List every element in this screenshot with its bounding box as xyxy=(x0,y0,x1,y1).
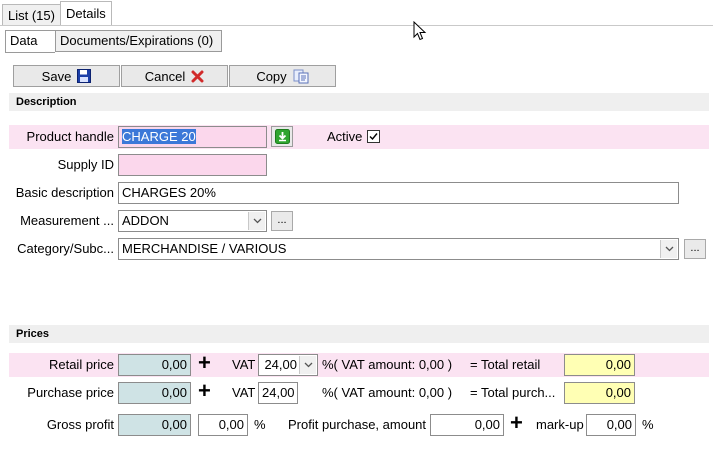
copy-button[interactable]: Copy xyxy=(229,65,336,87)
description-heading: Description xyxy=(16,96,77,108)
purchase-price-value: 0,00 xyxy=(161,385,187,400)
profit-purchase-value: 0,00 xyxy=(474,417,500,432)
category-value: MERCHANDISE / VARIOUS xyxy=(122,241,287,256)
cancel-button[interactable]: Cancel xyxy=(121,65,228,87)
gross-profit-pct-value: 0,00 xyxy=(218,417,244,432)
total-retail-label: = Total retail xyxy=(470,357,541,372)
vat-select[interactable]: 24,00 xyxy=(258,354,318,376)
profit-purchase-input[interactable]: 0,00 xyxy=(430,414,504,436)
product-handle-input[interactable]: CHARGE 20 xyxy=(118,126,267,148)
tab-divider xyxy=(0,25,713,26)
category-select[interactable]: MERCHANDISE / VARIOUS xyxy=(118,238,679,260)
total-purchase-label: = Total purch... xyxy=(470,385,556,400)
plus-icon: + xyxy=(198,350,211,375)
product-handle-value: CHARGE 20 xyxy=(122,129,196,144)
subtab-data[interactable]: Data xyxy=(5,30,55,53)
cancel-label: Cancel xyxy=(144,68,186,84)
category-ellipsis-button[interactable]: ... xyxy=(684,239,706,259)
description-section-header: Description xyxy=(9,93,709,111)
download-arrow-icon xyxy=(274,129,290,144)
plus-icon: + xyxy=(510,410,523,435)
subtab-documents[interactable]: Documents/Expirations (0) xyxy=(55,30,222,52)
download-button[interactable] xyxy=(271,126,293,147)
category-label: Category/Subc... xyxy=(17,241,114,256)
supply-id-label: Supply ID xyxy=(57,157,114,172)
purchase-price-label: Purchase price xyxy=(27,385,114,400)
basic-description-input[interactable]: CHARGES 20% xyxy=(118,182,679,204)
vat2-value: 24,00 xyxy=(262,385,295,400)
save-label: Save xyxy=(41,68,72,84)
markup-value: 0,00 xyxy=(606,417,632,432)
total-retail-input[interactable]: 0,00 xyxy=(564,354,635,376)
copy-icon xyxy=(293,69,309,83)
vat2-input[interactable]: 24,00 xyxy=(258,382,298,404)
measurement-label: Measurement ... xyxy=(20,213,114,228)
vat-amount-text: %( VAT amount: 0,00 ) xyxy=(322,357,453,372)
copy-label: Copy xyxy=(256,68,287,84)
basic-description-value: CHARGES 20% xyxy=(122,185,216,200)
retail-price-label: Retail price xyxy=(48,357,114,372)
plus-icon: + xyxy=(198,378,211,403)
tab-list[interactable]: List (15) xyxy=(2,4,61,26)
tab-details-label: Details xyxy=(66,6,106,21)
measurement-select[interactable]: ADDON xyxy=(118,210,267,232)
tab-list-label: List (15) xyxy=(8,8,55,23)
chevron-down-icon[interactable] xyxy=(248,212,265,230)
total-retail-value: 0,00 xyxy=(605,357,631,372)
gross-profit-value: 0,00 xyxy=(161,417,187,432)
retail-price-value: 0,00 xyxy=(161,357,187,372)
measurement-ellipsis-button[interactable]: ... xyxy=(271,211,293,231)
retail-price-input[interactable]: 0,00 xyxy=(118,354,191,376)
total-purchase-value: 0,00 xyxy=(605,385,631,400)
mouse-cursor-icon xyxy=(413,21,427,41)
gross-profit-label: Gross profit xyxy=(46,417,114,432)
active-checkbox[interactable] xyxy=(367,130,380,143)
supply-id-input[interactable] xyxy=(118,154,267,176)
chevron-down-icon[interactable] xyxy=(299,356,316,374)
markup-label: mark-up xyxy=(536,417,584,432)
product-handle-label: Product handle xyxy=(26,129,114,144)
subtab-documents-label: Documents/Expirations (0) xyxy=(60,33,214,48)
vat-label: VAT xyxy=(232,357,256,372)
vat-label: VAT xyxy=(232,385,256,400)
floppy-disk-icon xyxy=(77,69,92,83)
checkmark-icon xyxy=(369,133,378,141)
basic-description-label: Basic description xyxy=(15,185,114,200)
tab-details[interactable]: Details xyxy=(60,1,112,26)
markup-input[interactable]: 0,00 xyxy=(586,414,636,436)
markup-percent-sign: % xyxy=(642,417,654,432)
measurement-value: ADDON xyxy=(122,213,169,228)
gross-profit-pct-input[interactable]: 0,00 xyxy=(198,414,248,436)
close-icon xyxy=(191,70,204,82)
percent-sign: % xyxy=(254,417,266,432)
vat-amount-text-2: %( VAT amount: 0,00 ) xyxy=(322,385,453,400)
prices-heading: Prices xyxy=(16,328,50,340)
subtab-data-label: Data xyxy=(10,33,38,48)
profit-purchase-label: Profit purchase, amount xyxy=(288,417,427,432)
chevron-down-icon[interactable] xyxy=(660,240,677,258)
purchase-price-input[interactable]: 0,00 xyxy=(118,382,191,404)
prices-section-header: Prices xyxy=(9,325,709,343)
gross-profit-input[interactable]: 0,00 xyxy=(118,414,191,436)
save-button[interactable]: Save xyxy=(13,65,120,87)
total-purchase-input[interactable]: 0,00 xyxy=(564,382,635,404)
active-label: Active xyxy=(327,129,363,144)
vat-value: 24,00 xyxy=(264,357,297,372)
